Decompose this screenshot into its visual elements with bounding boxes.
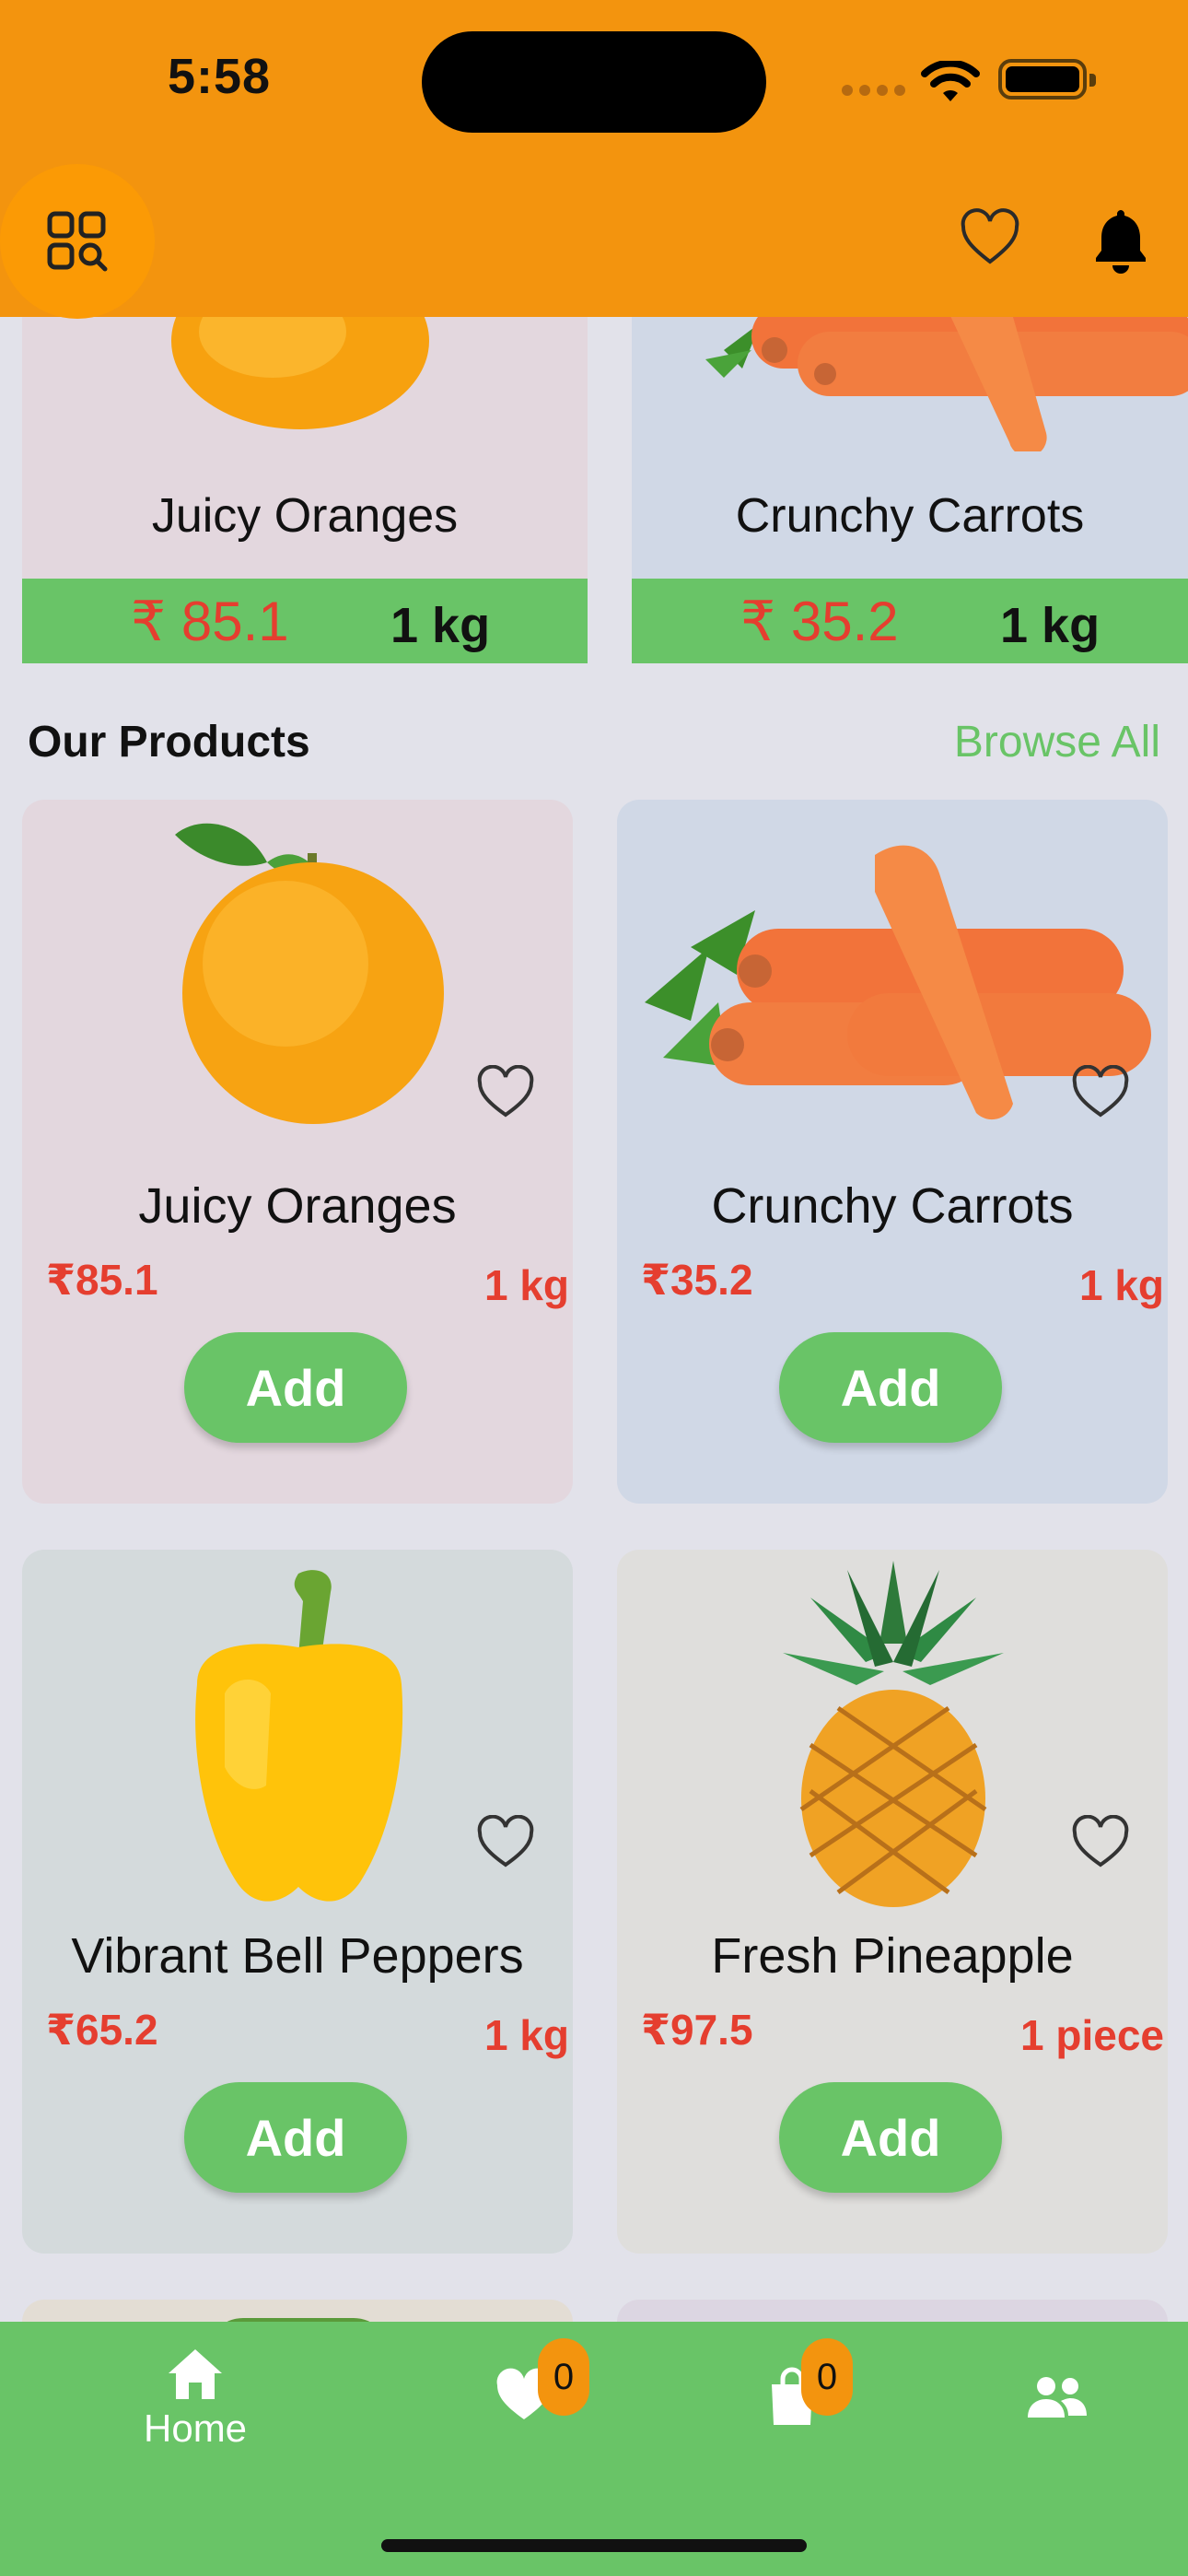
product-unit: 1 kg [1078, 1261, 1164, 1309]
favorites-button[interactable] [958, 208, 1022, 267]
product-name: Vibrant Bell Peppers [71, 1928, 524, 1984]
battery-icon [998, 59, 1096, 100]
banner-unit: 1 kg [1000, 598, 1101, 653]
add-to-cart-button[interactable]: Add [779, 2082, 1002, 2193]
banner-product-name: Crunchy Carrots [735, 489, 1085, 543]
add-to-cart-button[interactable]: Add [779, 1332, 1002, 1443]
banner-price-bar: ₹ 85.1 1 kg [22, 579, 588, 663]
product-name: Juicy Oranges [138, 1178, 457, 1234]
product-price: ₹97.5 [641, 2006, 753, 2054]
orange-image [171, 317, 429, 429]
product-price: ₹35.2 [641, 1256, 753, 1304]
banner-card-oranges[interactable]: Juicy Oranges ₹ 85.1 1 kg [22, 317, 588, 663]
nav-home[interactable]: Home [144, 2348, 247, 2451]
grid-search-icon [47, 211, 108, 272]
product-unit: 1 kg [483, 2011, 569, 2059]
banner-unit: 1 kg [390, 598, 491, 653]
add-to-cart-button[interactable]: Add [184, 1332, 407, 1443]
cellular-signal-icon [842, 85, 905, 96]
nav-profile[interactable] [1024, 2375, 1089, 2419]
cart-count-badge: 0 [801, 2338, 853, 2416]
pineapple-image [783, 1561, 1004, 1907]
nav-home-label: Home [144, 2406, 248, 2450]
banner-price-bar: ₹ 35.2 1 kg [632, 579, 1188, 663]
favorites-count-badge: 0 [538, 2338, 589, 2416]
favorite-icon[interactable] [475, 1065, 536, 1120]
banner-price: ₹ 35.2 [740, 591, 899, 652]
favorite-icon[interactable] [1070, 1815, 1131, 1870]
favorite-icon[interactable] [1070, 1065, 1131, 1120]
bell-pepper-image [195, 1570, 403, 1902]
banner-card-carrots[interactable]: Crunchy Carrots ₹ 35.2 1 kg [632, 317, 1188, 663]
app-header: 5:58 [0, 0, 1188, 319]
browse-all-link[interactable]: Browse All [954, 717, 1160, 767]
category-search-button[interactable] [0, 164, 155, 319]
product-price: ₹85.1 [46, 1256, 158, 1304]
product-name: Fresh Pineapple [711, 1928, 1074, 1984]
product-card-bell-peppers[interactable]: Vibrant Bell Peppers ₹65.2 1 kg Add [22, 1550, 573, 2254]
product-name: Crunchy Carrots [711, 1178, 1074, 1234]
product-card-pineapple[interactable]: Fresh Pineapple ₹97.5 1 piece Add [617, 1550, 1168, 2254]
wifi-icon [921, 61, 980, 101]
banner-price: ₹ 85.1 [131, 591, 289, 652]
banner-product-name: Juicy Oranges [151, 489, 459, 543]
home-icon [169, 2349, 223, 2399]
add-to-cart-button[interactable]: Add [184, 2082, 407, 2193]
section-title: Our Products [28, 718, 310, 767]
notifications-button[interactable] [1092, 206, 1149, 275]
people-icon [1028, 2377, 1087, 2418]
product-price: ₹65.2 [46, 2006, 158, 2054]
product-unit: 1 piece [1020, 2011, 1164, 2059]
product-unit: 1 kg [483, 1261, 569, 1309]
bottom-navigation: Home 0 0 [0, 2322, 1188, 2576]
carrots-image [705, 317, 1188, 451]
orange-image [175, 823, 444, 1124]
favorite-icon[interactable] [475, 1815, 536, 1870]
home-indicator [381, 2539, 807, 2552]
status-time: 5:58 [168, 49, 272, 104]
product-card-oranges[interactable]: Juicy Oranges ₹85.1 1 kg Add [22, 800, 573, 1504]
dynamic-island [422, 31, 766, 133]
product-card-carrots[interactable]: Crunchy Carrots ₹35.2 1 kg Add [617, 800, 1168, 1504]
